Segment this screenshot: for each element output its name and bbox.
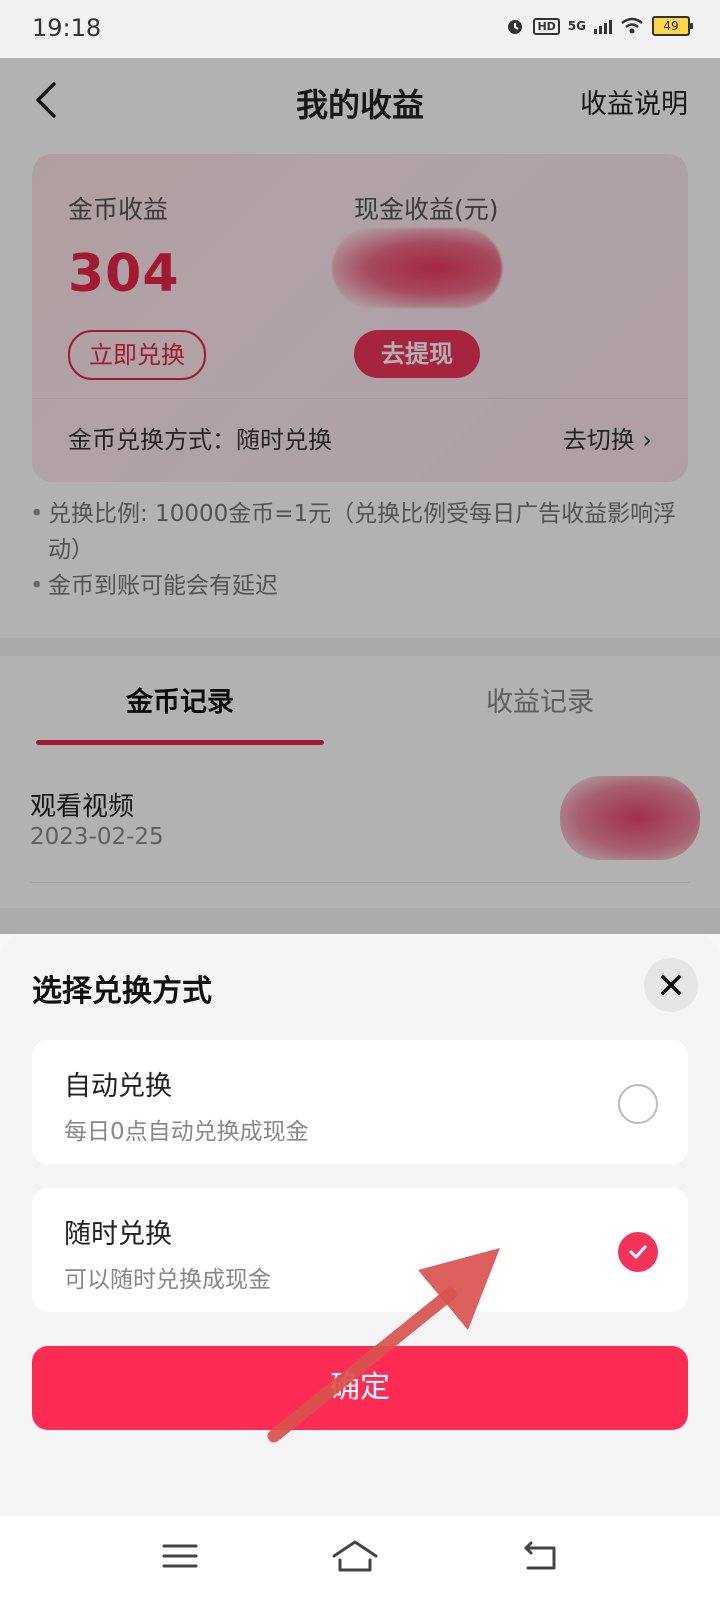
modal-overlay[interactable] xyxy=(0,58,720,934)
system-nav-bar xyxy=(0,1516,720,1600)
option-subtitle: 可以随时兑换成现金 xyxy=(64,1267,271,1293)
hd-badge: HD xyxy=(533,17,560,35)
back-icon[interactable] xyxy=(518,1534,562,1578)
sheet-title: 选择兑换方式 xyxy=(32,974,212,1009)
option-auto-exchange[interactable]: 自动兑换 每日0点自动兑换成现金 xyxy=(32,1040,688,1164)
radio-unchecked-icon[interactable] xyxy=(618,1084,658,1124)
alarm-icon xyxy=(508,20,523,34)
wifi-icon xyxy=(621,17,643,34)
network-label: 5G xyxy=(567,19,586,33)
option-title: 随时兑换 xyxy=(64,1219,172,1250)
home-icon[interactable] xyxy=(330,1534,380,1578)
close-button[interactable] xyxy=(644,958,698,1012)
radio-checked-icon[interactable] xyxy=(618,1232,658,1272)
status-time: 19:18 xyxy=(32,14,102,42)
option-title: 自动兑换 xyxy=(64,1071,172,1102)
annotation-arrow-icon xyxy=(267,1248,500,1443)
menu-icon[interactable] xyxy=(158,1534,202,1578)
option-subtitle: 每日0点自动兑换成现金 xyxy=(64,1119,309,1145)
close-icon xyxy=(661,975,681,995)
checkmark-icon xyxy=(629,1245,647,1259)
status-bar: 19:18 HD 5G 49 xyxy=(0,0,720,58)
status-icons: HD 5G 49 xyxy=(505,16,693,36)
signal-icon xyxy=(594,18,612,34)
battery-icon: 49 xyxy=(652,16,693,36)
